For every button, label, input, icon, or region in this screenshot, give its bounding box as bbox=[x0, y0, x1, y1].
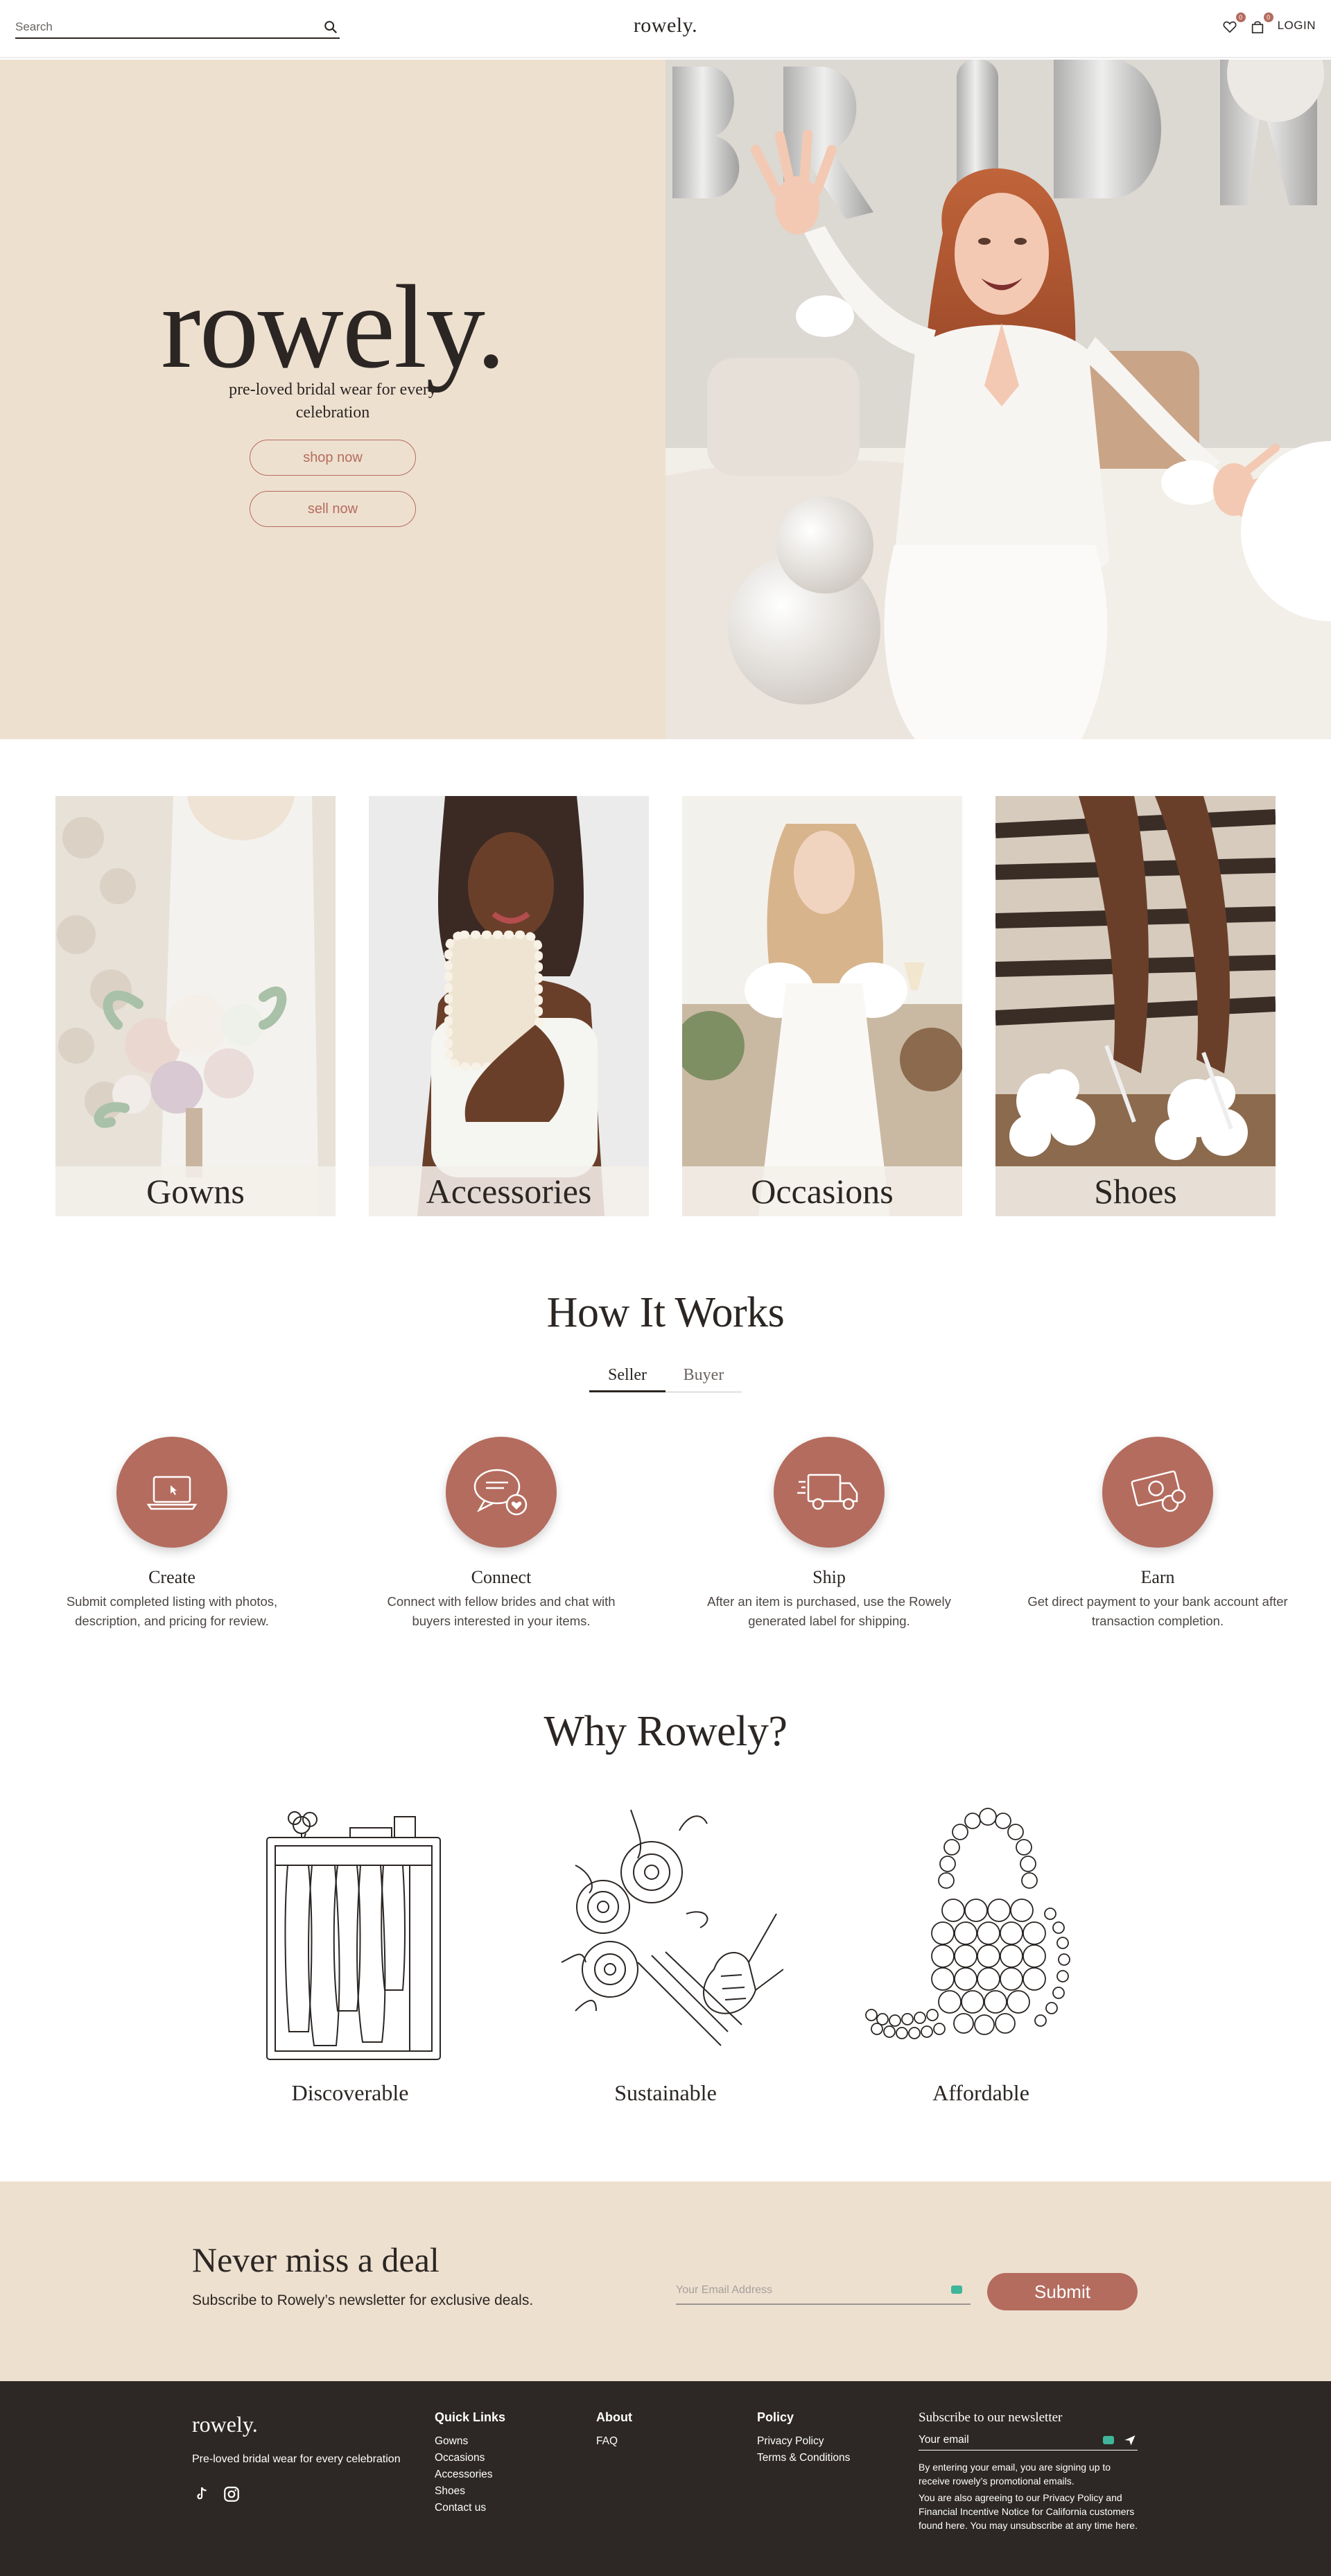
footer-policy: Policy Privacy Policy Terms & Conditions bbox=[757, 2410, 850, 2466]
instagram-icon[interactable] bbox=[223, 2485, 241, 2503]
header-actions: 0 0 LOGIN bbox=[1222, 12, 1316, 35]
footer-disclaimer-signup: By entering your email, you are signing … bbox=[919, 2462, 1111, 2487]
sell-now-button[interactable]: sell now bbox=[250, 491, 416, 527]
social-links bbox=[192, 2485, 241, 2503]
category-label: Accessories bbox=[369, 1166, 649, 1216]
shoes-image bbox=[995, 796, 1276, 1216]
footer-link-terms[interactable]: Terms & Conditions bbox=[757, 2450, 850, 2466]
accessories-image bbox=[369, 796, 649, 1216]
login-link[interactable]: LOGIN bbox=[1278, 19, 1316, 33]
step-title: Earn bbox=[1140, 1567, 1175, 1587]
footer-logo[interactable]: rowely. bbox=[192, 2412, 258, 2437]
step-title: Ship bbox=[812, 1567, 846, 1587]
category-card-gowns[interactable]: Gowns bbox=[55, 796, 336, 1216]
autofill-icon bbox=[1103, 2436, 1114, 2444]
step-icon-circle bbox=[446, 1437, 557, 1548]
site-footer: rowely. Pre-loved bridal wear for every … bbox=[0, 2381, 1331, 2576]
step-icon-circle bbox=[1102, 1437, 1213, 1548]
footer-link-accessories[interactable]: Accessories bbox=[435, 2466, 505, 2483]
step-description: Get direct payment to your bank account … bbox=[1027, 1594, 1288, 1628]
newsletter-submit-button[interactable]: Submit bbox=[987, 2273, 1138, 2310]
cart-button[interactable]: 0 bbox=[1250, 12, 1273, 35]
footer-column-title: About bbox=[596, 2410, 632, 2424]
footer-link-contact[interactable]: Contact us bbox=[435, 2500, 505, 2516]
how-it-works-title: How It Works bbox=[546, 1289, 785, 1336]
newsletter-email-field bbox=[676, 2280, 971, 2305]
heart-icon bbox=[1223, 21, 1237, 33]
footer-about: About FAQ bbox=[596, 2410, 632, 2450]
bouquet-illustration bbox=[561, 1809, 783, 2046]
category-card-accessories[interactable]: Accessories bbox=[369, 796, 649, 1216]
footer-tagline: Pre-loved bridal wear for every celebrat… bbox=[192, 2453, 401, 2465]
step-create: Create Submit completed listing with pho… bbox=[40, 1437, 304, 1631]
autofill-icon bbox=[951, 2285, 962, 2294]
send-icon[interactable] bbox=[1124, 2434, 1136, 2450]
wishlist-count: 0 bbox=[1235, 12, 1246, 22]
hero-image bbox=[666, 60, 1331, 739]
tiktok-icon[interactable] bbox=[192, 2485, 210, 2503]
cart-count: 0 bbox=[1263, 12, 1273, 22]
truck-icon bbox=[797, 1473, 858, 1510]
step-description: Connect with fellow brides and chat with… bbox=[387, 1594, 616, 1628]
why-rowely-title: Why Rowely? bbox=[543, 1708, 788, 1755]
step-earn: Earn Get direct payment to your bank acc… bbox=[1026, 1437, 1289, 1631]
step-title: Create bbox=[148, 1567, 195, 1587]
why-label: Discoverable bbox=[291, 2080, 409, 2105]
footer-email-input[interactable] bbox=[919, 2431, 1085, 2449]
header-logo[interactable]: rowely. bbox=[0, 14, 1331, 37]
why-item-affordable: Affordable bbox=[863, 1789, 1099, 2105]
footer-link-shoes[interactable]: Shoes bbox=[435, 2483, 505, 2500]
step-description: Submit completed listing with photos, de… bbox=[66, 1594, 278, 1628]
why-item-sustainable: Sustainable bbox=[548, 1789, 783, 2105]
tab-seller[interactable]: Seller bbox=[589, 1365, 666, 1392]
why-label: Affordable bbox=[932, 2080, 1029, 2105]
category-card-shoes[interactable]: Shoes bbox=[995, 796, 1276, 1216]
footer-column-title: Policy bbox=[757, 2410, 794, 2424]
footer-link-occasions[interactable]: Occasions bbox=[435, 2450, 505, 2466]
occasions-image bbox=[682, 796, 962, 1216]
step-ship: Ship After an item is purchased, use the… bbox=[697, 1437, 961, 1631]
footer-email-field bbox=[919, 2431, 1138, 2450]
money-icon bbox=[1131, 1470, 1186, 1512]
newsletter-title: Never miss a deal bbox=[192, 2240, 440, 2279]
balloon-letter-d bbox=[1054, 60, 1161, 198]
hero-tagline: pre-loved bridal wear for every celebrat… bbox=[229, 381, 437, 422]
pearl-bag-illustration bbox=[865, 1808, 1070, 2039]
tab-buyer[interactable]: Buyer bbox=[666, 1365, 742, 1392]
laptop-icon bbox=[146, 1476, 198, 1510]
step-icon-circle bbox=[116, 1437, 227, 1548]
shop-now-button[interactable]: shop now bbox=[250, 440, 416, 476]
category-card-occasions[interactable]: Occasions bbox=[682, 796, 962, 1216]
step-description: After an item is purchased, use the Rowe… bbox=[707, 1594, 951, 1628]
newsletter-section: Never miss a deal Subscribe to Rowely’s … bbox=[0, 2181, 1331, 2381]
newsletter-email-input[interactable] bbox=[676, 2280, 939, 2301]
hero-panel: rowely. pre-loved bridal wear for every … bbox=[0, 60, 666, 739]
newsletter-subtitle: Subscribe to Rowely’s newsletter for exc… bbox=[192, 2292, 534, 2308]
step-connect: Connect Connect with fellow brides and c… bbox=[369, 1437, 633, 1631]
footer-newsletter: Subscribe to our newsletter By entering … bbox=[919, 2410, 1140, 2532]
wishlist-button[interactable]: 0 bbox=[1222, 12, 1246, 35]
wardrobe-illustration bbox=[266, 1811, 441, 2060]
role-tabs: Seller Buyer bbox=[589, 1365, 742, 1392]
footer-link-faq[interactable]: FAQ bbox=[596, 2433, 632, 2450]
category-label: Gowns bbox=[55, 1166, 336, 1216]
bag-icon bbox=[1251, 21, 1263, 34]
site-header: rowely. 0 0 LOGIN bbox=[0, 0, 1331, 58]
why-item-discoverable: Discoverable bbox=[232, 1789, 468, 2105]
category-label: Occasions bbox=[682, 1166, 962, 1216]
category-label: Shoes bbox=[995, 1166, 1276, 1216]
step-icon-circle bbox=[774, 1437, 885, 1548]
footer-quick-links: Quick Links Gowns Occasions Accessories … bbox=[435, 2410, 505, 2516]
why-label: Sustainable bbox=[614, 2080, 717, 2105]
footer-column-title: Quick Links bbox=[435, 2410, 506, 2424]
chat-icon bbox=[473, 1469, 528, 1516]
footer-link-gowns[interactable]: Gowns bbox=[435, 2433, 505, 2450]
hero-logo: rowely. bbox=[161, 261, 505, 393]
gowns-image bbox=[55, 796, 336, 1216]
footer-link-privacy[interactable]: Privacy Policy bbox=[757, 2433, 850, 2450]
footer-newsletter-title: Subscribe to our newsletter bbox=[919, 2410, 1063, 2425]
footer-disclaimer-privacy: You are also agreeing to our Privacy Pol… bbox=[919, 2492, 1138, 2531]
step-title: Connect bbox=[471, 1567, 532, 1587]
